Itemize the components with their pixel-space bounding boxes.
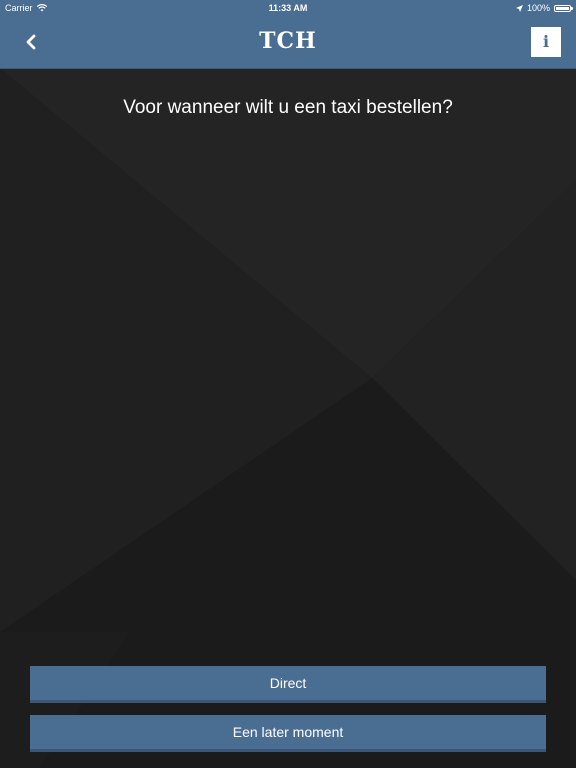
navigation-bar: TCH i bbox=[0, 16, 576, 69]
info-button[interactable]: i bbox=[531, 27, 561, 57]
direct-button-label: Direct bbox=[269, 675, 307, 691]
battery-icon bbox=[554, 4, 573, 12]
info-icon: i bbox=[542, 32, 550, 51]
app-logo-title: TCH bbox=[259, 28, 317, 54]
later-moment-button-label: Een later moment bbox=[232, 724, 344, 740]
battery-level bbox=[556, 6, 569, 10]
later-moment-button[interactable]: Een later moment bbox=[30, 715, 546, 752]
direct-button[interactable]: Direct bbox=[30, 666, 546, 703]
location-arrow-icon bbox=[515, 4, 523, 12]
screen: Carrier 11:33 AM 100% TCH i Voor wanneer… bbox=[0, 0, 576, 768]
battery-percentage: 100% bbox=[526, 3, 550, 13]
question-text: Voor wanneer wilt u een taxi bestellen? bbox=[123, 97, 453, 118]
status-bar: Carrier 11:33 AM 100% bbox=[0, 0, 576, 16]
status-time: 11:33 AM bbox=[268, 3, 308, 13]
